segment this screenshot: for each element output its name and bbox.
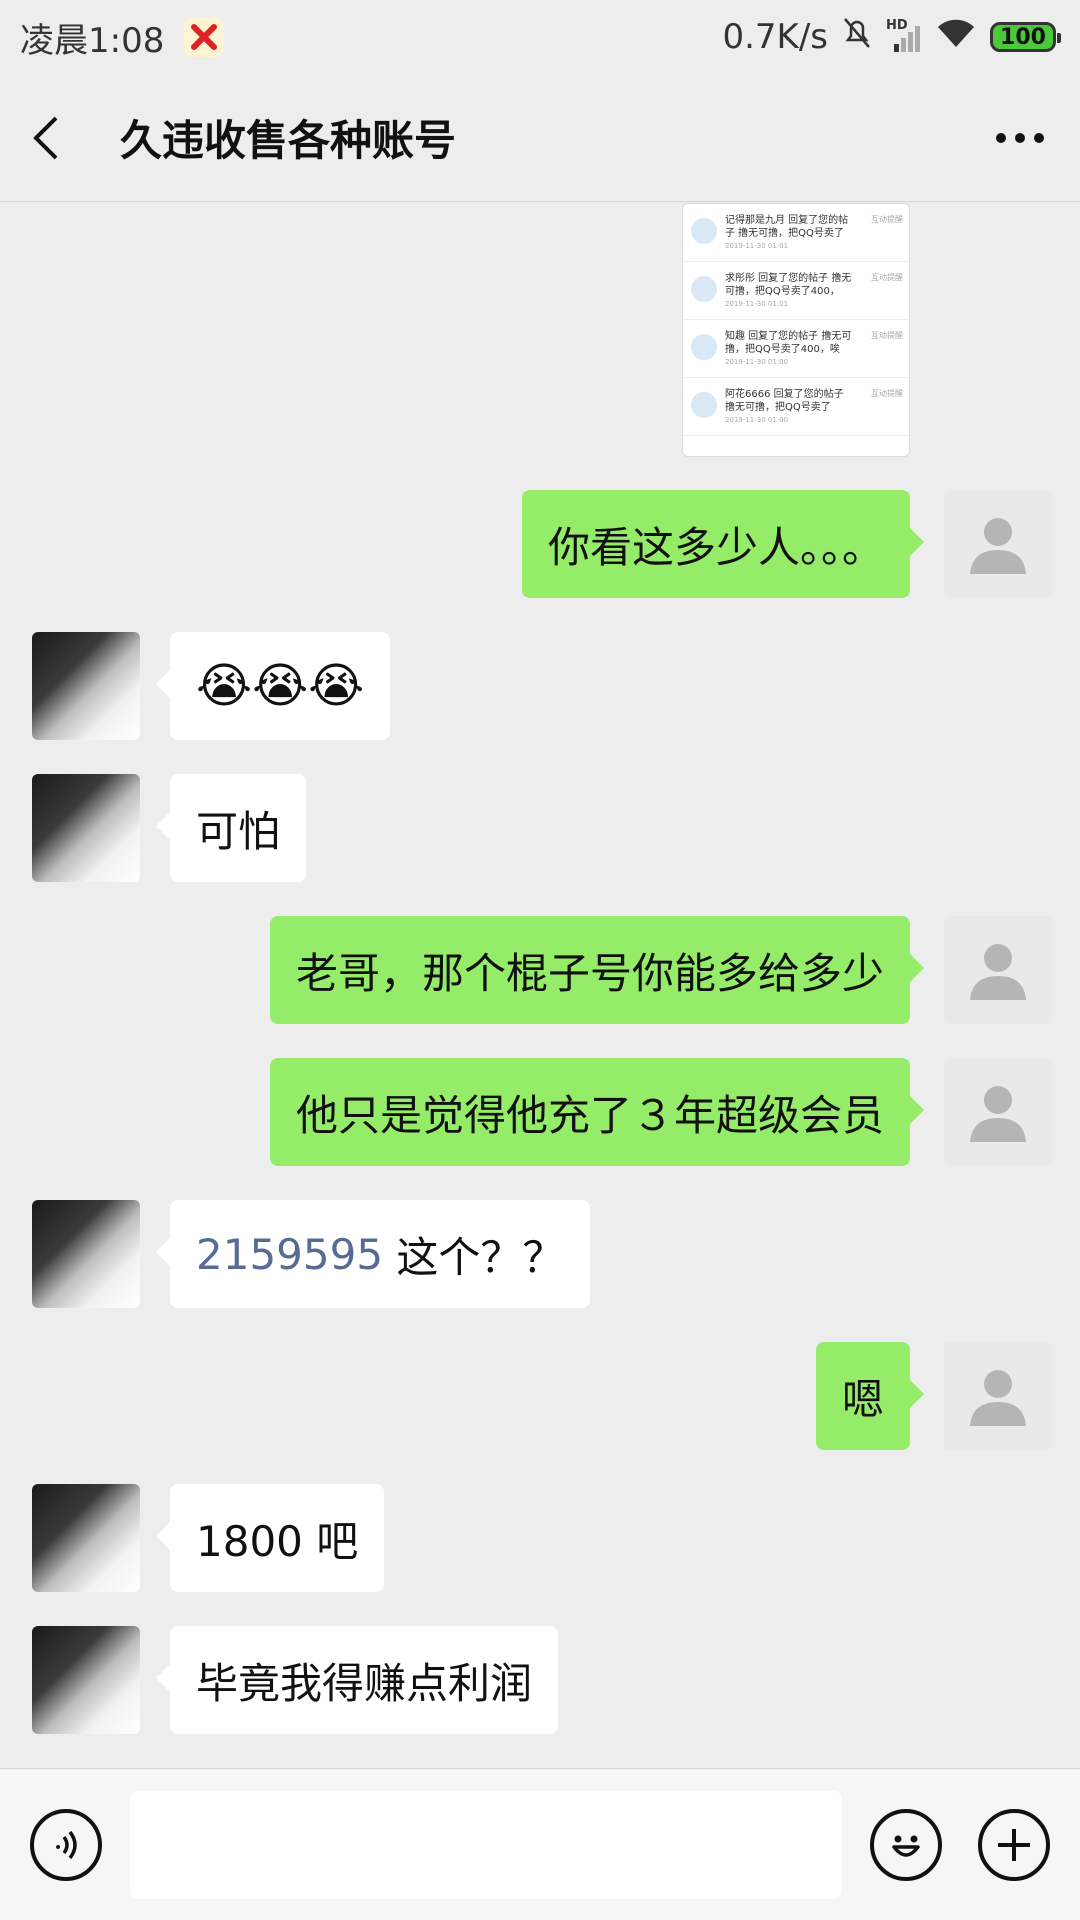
notification-time: 2019-11-30 01:00 [725, 416, 789, 424]
message-bubble[interactable]: 可怕 [155, 774, 307, 882]
notification-text: 阿花6666 回复了您的帖子 撸无可撸，把QQ号卖了 [725, 389, 844, 413]
app-notification-icon [184, 17, 225, 57]
default-avatar-icon [970, 518, 1026, 574]
avatar[interactable] [32, 632, 140, 740]
message-input[interactable] [130, 1791, 842, 1899]
notification-icon [691, 392, 717, 418]
wifi-icon [936, 17, 976, 58]
avatar[interactable] [32, 1484, 140, 1592]
notification-text: 记得那是九月 回复了您的帖子 撸无可撸，把QQ号卖了 [725, 215, 849, 239]
avatar[interactable] [32, 1626, 140, 1734]
message-bubble[interactable]: 😭😭😭 [155, 632, 391, 740]
notification-item: 知趣 回复了您的帖子 撸无可撸，把QQ号卖了400，唉 2019-11-30 0… [683, 320, 909, 378]
avatar[interactable] [944, 1058, 1052, 1166]
back-icon[interactable] [30, 108, 80, 168]
notification-time: 2019-11-30 01:01 [725, 242, 789, 250]
mute-bell-icon [842, 16, 872, 59]
notification-item: 阿花6666 回复了您的帖子 撸无可撸，把QQ号卖了 2019-11-30 01… [683, 378, 909, 436]
avatar[interactable] [944, 916, 1052, 1024]
chat-title: 久违收售各种账号 [120, 116, 457, 165]
network-speed: 0.7K/s [722, 17, 828, 57]
message-bubble[interactable]: 1800 吧 [155, 1484, 385, 1592]
plus-icon[interactable] [978, 1809, 1050, 1881]
notification-item: 记得那是九月 回复了您的帖子 撸无可撸，把QQ号卖了 2019-11-30 01… [683, 204, 909, 262]
voice-icon[interactable] [30, 1809, 102, 1881]
notification-icon [691, 334, 717, 360]
notification-icon [691, 218, 717, 244]
message-bubble[interactable]: 他只是觉得他充了３年超级会员 [269, 1058, 925, 1166]
more-dots-icon[interactable] [990, 118, 1050, 158]
shared-image-message[interactable]: 记得那是九月 回复了您的帖子 撸无可撸，把QQ号卖了 2019-11-30 01… [682, 203, 910, 457]
message-bubble[interactable]: 毕竟我得赚点利润 [155, 1626, 559, 1734]
notification-text: 知趣 回复了您的帖子 撸无可撸，把QQ号卖了400，唉 [725, 331, 852, 355]
notification-time: 2019-11-30 01:01 [725, 300, 789, 308]
status-time: 凌晨1:08 [20, 20, 165, 61]
message-list[interactable]: 记得那是九月 回复了您的帖子 撸无可撸，把QQ号卖了 2019-11-30 01… [0, 203, 1080, 1768]
avatar[interactable] [944, 1342, 1052, 1450]
emoji-icon[interactable] [870, 1809, 942, 1881]
default-avatar-icon [970, 1370, 1026, 1426]
status-bar: 凌晨1:08 0.7K/s HD 100 [0, 0, 1080, 74]
avatar[interactable] [32, 774, 140, 882]
notification-time: 2019-11-30 01:00 [725, 358, 789, 366]
notification-tag: 互动提醒 [871, 331, 903, 340]
message-text: 这个？？ [383, 1232, 565, 1282]
notification-icon [691, 276, 717, 302]
avatar[interactable] [944, 490, 1052, 598]
notification-tag: 互动提醒 [871, 215, 903, 224]
message-bubble[interactable]: 2159595 这个？？ [155, 1200, 591, 1308]
chat-header: 久违收售各种账号 [0, 74, 1080, 202]
battery-indicator: 100 [990, 22, 1061, 52]
input-bar [0, 1768, 1080, 1920]
notification-tag: 互动提醒 [871, 389, 903, 398]
signal-icon: HD [886, 18, 922, 54]
phone-number-link[interactable]: 2159595 [196, 1230, 383, 1279]
default-avatar-icon [970, 944, 1026, 1000]
message-bubble[interactable]: 老哥，那个棍子号你能多给多少 [269, 916, 925, 1024]
notification-text: 求彤彤 回复了您的帖子 撸无可撸，把QQ号卖了400， [725, 273, 852, 297]
avatar[interactable] [32, 1200, 140, 1308]
message-bubble[interactable]: 嗯 [815, 1342, 925, 1450]
status-indicators: 0.7K/s HD 100 [722, 16, 1061, 59]
notification-item: 求彤彤 回复了您的帖子 撸无可撸，把QQ号卖了400， 2019-11-30 0… [683, 262, 909, 320]
message-bubble[interactable]: 你看这多少人。。。 [521, 490, 925, 598]
default-avatar-icon [970, 1086, 1026, 1142]
notification-tag: 互动提醒 [871, 273, 903, 282]
